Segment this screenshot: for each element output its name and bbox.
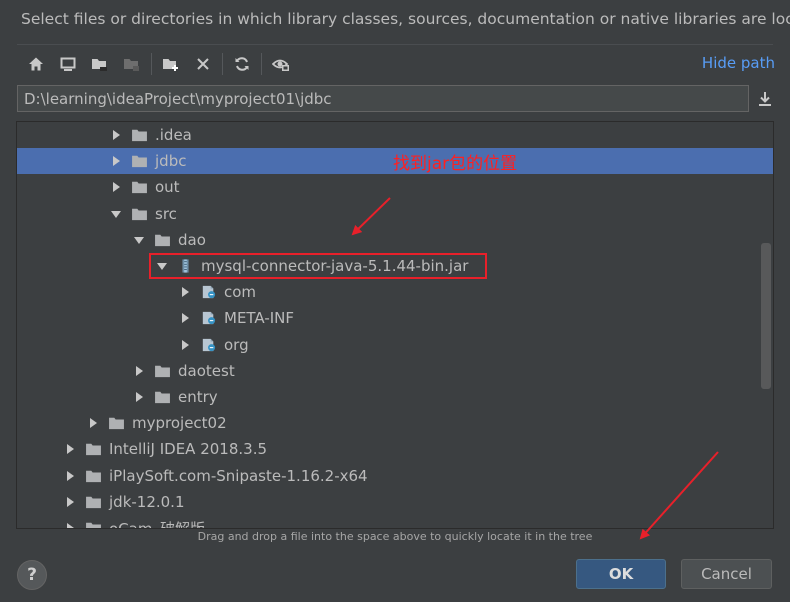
tree-row[interactable]: IntelliJ IDEA 2018.3.5 — [17, 436, 773, 462]
package-icon — [202, 338, 216, 351]
cancel-button[interactable]: Cancel — [681, 559, 772, 589]
tree-row-label: src — [155, 204, 177, 223]
toolbar-separator — [222, 53, 223, 75]
home-icon[interactable] — [20, 51, 52, 77]
help-button[interactable]: ? — [17, 560, 47, 590]
path-input[interactable]: D:\learning\ideaProject\myproject01\jdbc — [17, 85, 749, 112]
tree-row-label: out — [155, 178, 180, 197]
tree-row[interactable]: entry — [17, 384, 773, 410]
folder-icon — [86, 496, 101, 508]
tree-row-label: dao — [178, 230, 206, 249]
package-icon — [202, 286, 216, 299]
toolbar — [20, 50, 297, 78]
tree-row-label: entry — [178, 388, 218, 406]
tree-row-label: org — [224, 335, 249, 354]
folder-icon — [86, 522, 101, 528]
ok-button[interactable]: OK — [576, 559, 666, 589]
expand-arrow-right-icon[interactable] — [110, 155, 122, 167]
toolbar-separator — [151, 53, 152, 75]
dialog-title: Select files or directories in which lib… — [21, 10, 790, 28]
hide-path-link[interactable]: Hide path — [702, 54, 775, 72]
folder-icon — [155, 234, 170, 246]
package-icon — [202, 312, 216, 325]
folder-icon — [132, 129, 147, 142]
desktop-icon[interactable] — [52, 51, 84, 77]
tree-row-label: iPlaySoft.com-Snipaste-1.16.2-x64 — [109, 466, 368, 485]
delete-icon[interactable] — [187, 51, 219, 77]
tree-row-label: META-INF — [224, 309, 295, 328]
show-hidden-icon[interactable] — [265, 51, 297, 77]
folder-icon — [132, 182, 147, 194]
tree-row-label: oCam_破解版 — [109, 519, 205, 529]
expand-arrow-right-icon[interactable] — [179, 339, 191, 351]
file-tree[interactable]: .idea jdbc out src dao mysql-connector-java-5… — [16, 121, 774, 529]
folder-icon — [86, 470, 101, 482]
tree-row-label: myproject02 — [132, 414, 227, 433]
download-icon[interactable] — [754, 88, 776, 110]
refresh-icon[interactable] — [226, 51, 258, 77]
drag-drop-hint: Drag and drop a file into the space abov… — [197, 530, 593, 543]
tree-row[interactable]: iPlaySoft.com-Snipaste-1.16.2-x64 — [17, 463, 773, 489]
expand-arrow-down-icon[interactable] — [110, 208, 122, 220]
tree-row[interactable]: daotest — [17, 358, 773, 384]
tree-row[interactable]: META-INF — [17, 305, 773, 331]
tree-row[interactable]: src — [17, 201, 773, 227]
tree-row-label: jdk-12.0.1 — [109, 492, 185, 511]
folder-icon — [132, 155, 147, 168]
expand-arrow-down-icon[interactable] — [133, 234, 145, 246]
expand-arrow-right-icon[interactable] — [64, 443, 76, 455]
tree-row[interactable]: com — [17, 279, 773, 305]
tree-row[interactable]: jdk-12.0.1 — [17, 489, 773, 515]
tree-row-label: .idea — [155, 126, 192, 144]
expand-arrow-right-icon[interactable] — [179, 286, 191, 298]
new-folder-icon[interactable] — [155, 51, 187, 77]
expand-arrow-right-icon[interactable] — [133, 365, 145, 377]
tree-row[interactable]: out — [17, 174, 773, 200]
tree-row-label: daotest — [178, 361, 235, 380]
tree-row-label: IntelliJ IDEA 2018.3.5 — [109, 440, 268, 459]
module-folder-icon[interactable] — [116, 51, 148, 77]
expand-arrow-right-icon[interactable] — [64, 522, 76, 529]
toolbar-separator — [261, 53, 262, 75]
tree-row[interactable]: org — [17, 332, 773, 358]
folder-icon — [155, 391, 170, 404]
tree-row-label: jdbc — [155, 152, 187, 171]
project-folder-icon[interactable] — [84, 51, 116, 77]
tree-row[interactable]: .idea — [17, 122, 773, 148]
expand-arrow-right-icon[interactable] — [110, 181, 122, 193]
jar-icon — [182, 259, 189, 273]
tree-scrollbar[interactable] — [761, 243, 771, 389]
annotation-text: 找到jar包的位置 — [393, 154, 518, 174]
folder-icon — [86, 444, 101, 456]
expand-arrow-right-icon[interactable] — [64, 496, 76, 508]
folder-icon — [109, 417, 124, 430]
divider — [17, 44, 773, 45]
tree-row[interactable]: myproject02 — [17, 410, 773, 436]
expand-arrow-right-icon[interactable] — [179, 312, 191, 324]
expand-arrow-right-icon[interactable] — [133, 391, 145, 403]
expand-arrow-right-icon[interactable] — [87, 417, 99, 429]
expand-arrow-down-icon[interactable] — [156, 260, 168, 272]
expand-arrow-right-icon[interactable] — [64, 470, 76, 482]
tree-row-label: com — [224, 283, 257, 302]
folder-icon — [155, 365, 170, 377]
tree-row[interactable]: dao — [17, 227, 773, 253]
folder-icon — [132, 208, 147, 220]
tree-row[interactable]: oCam_破解版 — [17, 515, 773, 529]
expand-arrow-right-icon[interactable] — [110, 129, 122, 141]
tree-row-label: mysql-connector-java-5.1.44-bin.jar — [201, 257, 469, 275]
tree-row[interactable]: mysql-connector-java-5.1.44-bin.jar — [17, 253, 773, 279]
